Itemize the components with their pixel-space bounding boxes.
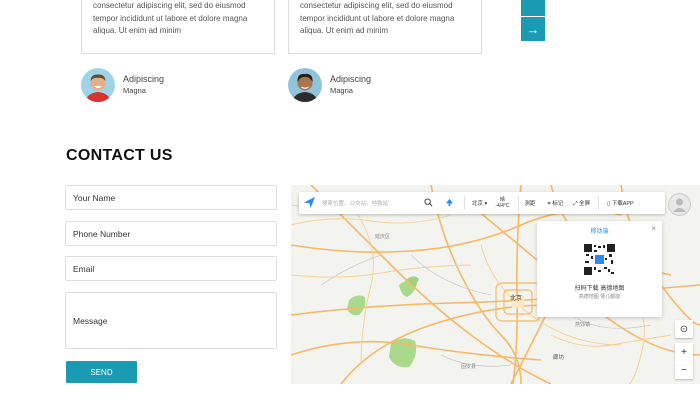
popup-scan-text: 扫码下载 高德地图: [574, 286, 625, 292]
phone-field[interactable]: Phone Number: [65, 221, 277, 246]
map-toolbar: 搜索位置、公交站、地铁站 北京 ▾ 晴 -4/4°C 测距 ⌗ 标记 ⤢ 全屏 …: [299, 192, 665, 214]
carousel-prev-button[interactable]: [521, 0, 545, 16]
testimonial-card: consectetur adipiscing elit, sed do eius…: [81, 0, 275, 54]
download-app-button[interactable]: ▯ 下载APP: [607, 199, 634, 207]
map[interactable]: 北京 廊坊 燕郊镇 延庆区 固安县 搜索位置、公交站、地铁站 北京 ▾ 晴 -4…: [291, 185, 700, 384]
mobile-download-popup: 移动端 × 扫码下载 高德地图 高德地图 便儿都能: [537, 221, 662, 317]
download-app-label: 下载APP: [611, 201, 634, 207]
message-placeholder: Message: [73, 315, 108, 326]
place-label: 北京: [510, 296, 523, 302]
testimonial-author: Adipiscing Magna: [81, 68, 164, 102]
name-placeholder: Your Name: [73, 192, 116, 203]
locate-icon[interactable]: ⊙: [675, 320, 693, 338]
mark-tool[interactable]: ⌗ 标记: [548, 199, 564, 208]
email-field[interactable]: Email: [65, 256, 277, 281]
testimonial-author: Adipiscing Magna: [288, 68, 371, 102]
testimonial-card: consectetur adipiscing elit, sed do eius…: [288, 0, 482, 54]
place-label: 廊坊: [553, 355, 565, 361]
route-icon[interactable]: [445, 198, 454, 209]
zoom-out-button[interactable]: −: [675, 361, 693, 379]
toolbar-divider: [464, 196, 465, 210]
author-name: Adipiscing: [123, 74, 165, 84]
place-label: 燕郊镇: [575, 322, 591, 328]
message-field[interactable]: Message: [65, 292, 277, 349]
close-icon[interactable]: ×: [651, 224, 656, 233]
send-button[interactable]: SEND: [66, 361, 137, 383]
range-label: 测距: [524, 201, 536, 207]
testimonial-text: consectetur adipiscing elit, sed do eius…: [93, 1, 248, 35]
search-icon[interactable]: [424, 197, 433, 209]
name-field[interactable]: Your Name: [65, 185, 277, 210]
map-user-icon[interactable]: [668, 193, 691, 216]
range-tool[interactable]: 测距: [525, 199, 536, 207]
arrow-right-icon: →: [526, 21, 540, 37]
mark-label: 标记: [552, 200, 564, 207]
author-name: Adipiscing: [330, 74, 372, 84]
author-role: Magna: [330, 86, 353, 95]
popup-sub-text: 高德地图 便儿都能: [578, 294, 621, 300]
carousel-next-button[interactable]: →: [521, 17, 545, 41]
section-title: CONTACT US: [66, 147, 173, 164]
toolbar-divider: [598, 196, 600, 210]
weather-widget: 晴 -4/4°C: [495, 197, 509, 209]
city-label: 北京: [472, 201, 484, 207]
qr-code: [584, 244, 615, 275]
email-placeholder: Email: [73, 263, 95, 274]
zoom-in-button[interactable]: +: [675, 343, 693, 361]
temperature-label: -4/4°C: [495, 203, 510, 209]
map-search-input[interactable]: 搜索位置、公交站、地铁站: [322, 199, 420, 207]
fullscreen-tool[interactable]: ⤢ 全屏: [573, 199, 590, 208]
place-label: 延庆区: [375, 234, 391, 240]
testimonial-text: consectetur adipiscing elit, sed do eius…: [300, 1, 455, 35]
popup-title: 移动端: [590, 229, 609, 235]
send-label: SEND: [90, 367, 113, 377]
fullscreen-label: 全屏: [579, 200, 591, 207]
phone-placeholder: Phone Number: [73, 228, 131, 239]
city-selector[interactable]: 北京 ▾: [472, 199, 487, 207]
map-logo-icon: [303, 196, 316, 211]
toolbar-divider: [517, 196, 519, 210]
avatar: [81, 68, 115, 102]
author-role: Magna: [123, 86, 146, 95]
avatar: [288, 68, 322, 102]
place-label: 固安县: [461, 364, 477, 370]
